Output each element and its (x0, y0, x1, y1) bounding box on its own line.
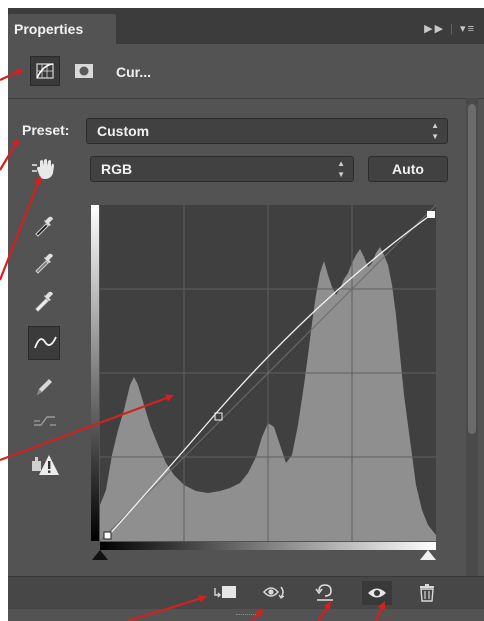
preset-label: Preset: (22, 122, 70, 138)
reset-adjustments-icon[interactable] (310, 581, 340, 605)
preset-value: Custom (97, 123, 150, 139)
output-gradient-bar (91, 205, 99, 541)
black-point-eyedropper-icon[interactable] (28, 211, 60, 241)
input-gradient-bar (100, 542, 436, 550)
pencil-draw-icon[interactable] (28, 372, 60, 402)
panel-menu-icon[interactable]: ▾≡ (460, 23, 476, 35)
double-arrow-icon[interactable]: ▶▶ (424, 23, 445, 35)
toggle-visibility-icon[interactable] (362, 581, 392, 605)
preset-dropdown[interactable]: Custom ▲ ▼ (86, 118, 448, 144)
auto-button[interactable]: Auto (368, 156, 448, 182)
on-image-adjust-icon[interactable] (28, 154, 60, 184)
dropdown-arrows-icon: ▲ ▼ (337, 159, 345, 179)
adjustment-title: Cur... (116, 64, 152, 80)
clip-to-layer-icon[interactable] (210, 581, 240, 605)
view-previous-state-icon[interactable] (260, 581, 290, 605)
panel-tab-strip: Properties ▶▶ | ▾≡ (8, 8, 484, 44)
smooth-curve-icon[interactable] (28, 406, 60, 436)
clipping-warning-icon[interactable] (28, 450, 60, 480)
resize-grip[interactable] (236, 614, 256, 618)
curves-adjustment-icon[interactable] (30, 56, 60, 86)
channel-dropdown[interactable]: RGB ▲ ▼ (90, 156, 354, 182)
layer-mask-icon[interactable] (70, 56, 100, 86)
white-point-slider[interactable] (420, 550, 436, 560)
curve-point[interactable] (427, 211, 435, 218)
properties-panel: Properties ▶▶ | ▾≡ Cur... Preset: Custom… (8, 8, 484, 621)
dropdown-arrows-icon: ▲ ▼ (431, 121, 439, 141)
black-point-slider[interactable] (92, 550, 108, 560)
channel-value: RGB (101, 161, 133, 177)
scrollbar-thumb[interactable] (468, 104, 476, 434)
scrollbar[interactable] (466, 98, 478, 578)
gray-point-eyedropper-icon[interactable] (28, 248, 60, 278)
curves-graph[interactable] (99, 204, 437, 542)
delete-adjustment-icon[interactable] (412, 581, 442, 605)
curve-point[interactable] (103, 531, 112, 540)
tab-properties[interactable]: Properties (8, 14, 116, 44)
panel-bottom-bar (8, 576, 484, 609)
curves-graph-canvas[interactable] (99, 204, 437, 542)
white-point-eyedropper-icon[interactable] (28, 286, 60, 316)
curve-points-icon[interactable] (28, 326, 60, 360)
adjustment-header: Cur... (8, 44, 484, 99)
